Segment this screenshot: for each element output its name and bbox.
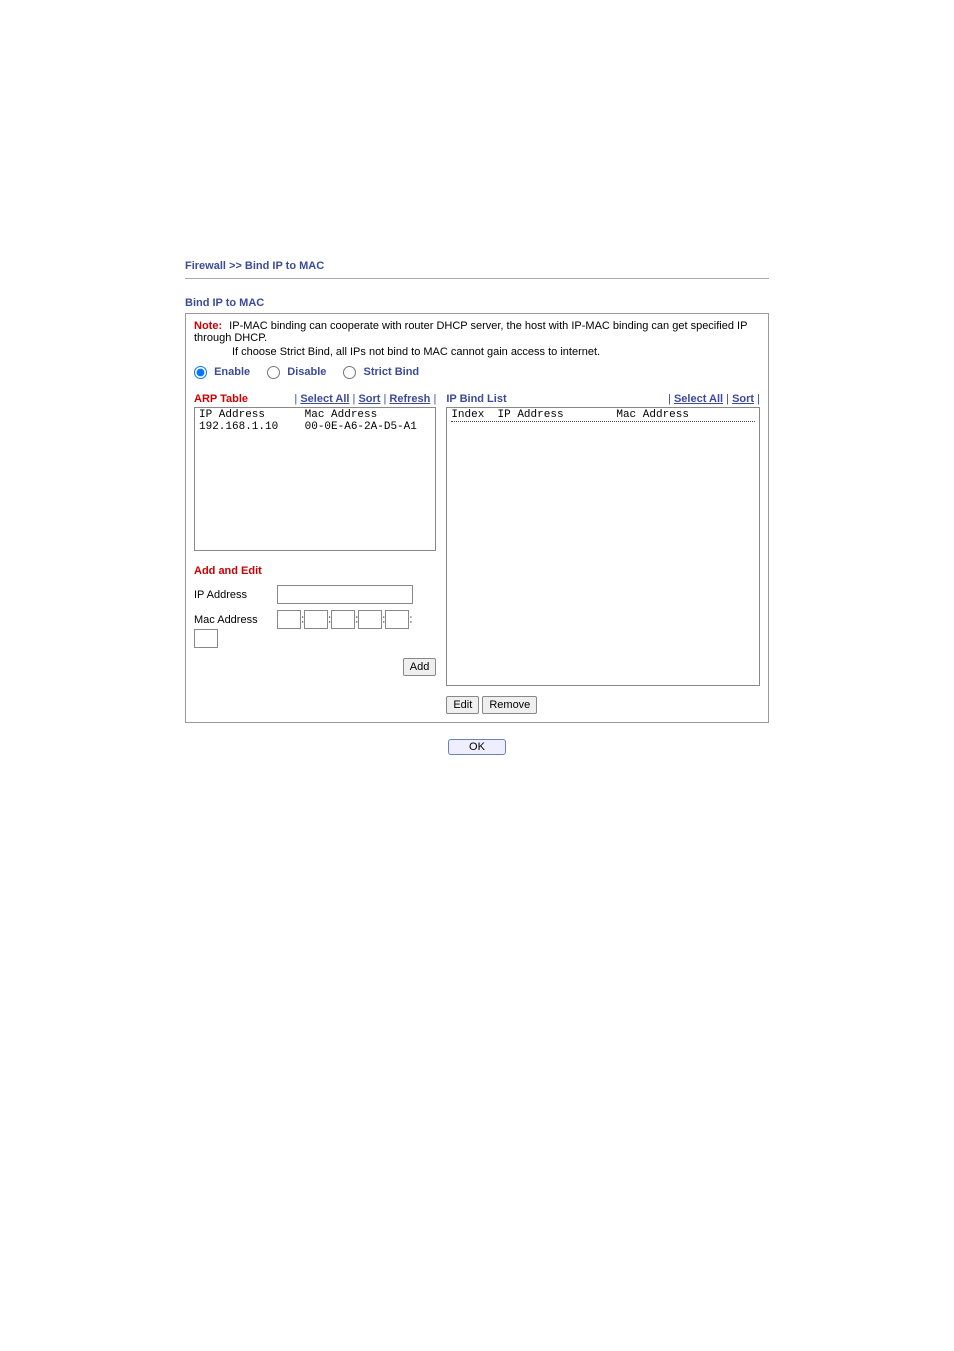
note-line2: If choose Strict Bind, all IPs not bind … [232,346,760,358]
arp-header-ip: IP Address [199,409,265,421]
radio-strict-label[interactable]: Strict Bind [343,366,419,378]
mac-seg-3[interactable] [331,610,355,629]
arp-refresh-link[interactable]: Refresh [389,393,430,405]
arp-table-title: ARP Table [194,393,294,405]
radio-enable-label[interactable]: Enable [194,366,253,378]
bind-link-group: | Select All | Sort | [668,393,760,405]
arp-header-mac: Mac Address [305,409,378,421]
ok-button[interactable]: OK [448,739,506,755]
note-label: Note: [194,320,222,332]
arp-table-column: ARP Table | Select All | Sort | Refresh … [194,393,436,714]
ip-address-label: IP Address [194,589,274,601]
radio-strict[interactable] [343,366,356,379]
arp-sort-link[interactable]: Sort [358,393,380,405]
mac-seg-1[interactable] [277,610,301,629]
bind-select-all-link[interactable]: Select All [674,393,723,405]
note-line1: IP-MAC binding can cooperate with router… [194,320,747,344]
mac-address-label: Mac Address [194,614,274,626]
mac-seg-4[interactable] [358,610,382,629]
arp-link-group: | Select All | Sort | Refresh | [294,393,436,405]
remove-button[interactable]: Remove [482,696,537,714]
divider [185,278,769,279]
radio-enable-text: Enable [214,366,250,378]
breadcrumb: Firewall >> Bind IP to MAC [185,260,769,278]
arp-row-mac[interactable]: 00-0E-A6-2A-D5-A1 [305,421,417,433]
edit-button[interactable]: Edit [446,696,479,714]
note-row: Note: IP-MAC binding can cooperate with … [194,320,760,344]
mac-address-row: Mac Address ::::: [194,610,436,648]
mac-seg-2[interactable] [304,610,328,629]
mac-sep: : [409,614,412,626]
add-button[interactable]: Add [403,658,437,676]
section-title: Bind IP to MAC [185,297,769,309]
ip-address-input[interactable] [277,585,413,604]
bind-header-ip: IP Address [498,409,564,421]
bind-header-index: Index [451,409,484,421]
radio-enable[interactable] [194,366,207,379]
ip-bind-listbox[interactable]: Index IP Address Mac Address [446,407,760,686]
arp-select-all-link[interactable]: Select All [300,393,349,405]
bind-sort-link[interactable]: Sort [732,393,754,405]
add-edit-title: Add and Edit [194,565,436,577]
arp-row-ip[interactable]: 192.168.1.10 [199,421,278,433]
mac-seg-6[interactable] [194,629,218,648]
mode-radio-group: Enable Disable Strict Bind [194,366,760,379]
radio-strict-text: Strict Bind [364,366,420,378]
radio-disable-label[interactable]: Disable [267,366,329,378]
bind-ip-to-mac-panel: Note: IP-MAC binding can cooperate with … [185,313,769,723]
bind-header-mac: Mac Address [616,409,689,421]
mac-seg-5[interactable] [385,610,409,629]
ip-bind-list-column: IP Bind List | Select All | Sort | Index… [446,393,760,714]
radio-disable[interactable] [267,366,280,379]
arp-table-listbox[interactable]: IP Address Mac Address 192.168.1.10 00-0… [194,407,436,551]
ip-bind-list-title: IP Bind List [446,393,668,405]
ip-address-row: IP Address [194,585,436,604]
radio-disable-text: Disable [287,366,326,378]
